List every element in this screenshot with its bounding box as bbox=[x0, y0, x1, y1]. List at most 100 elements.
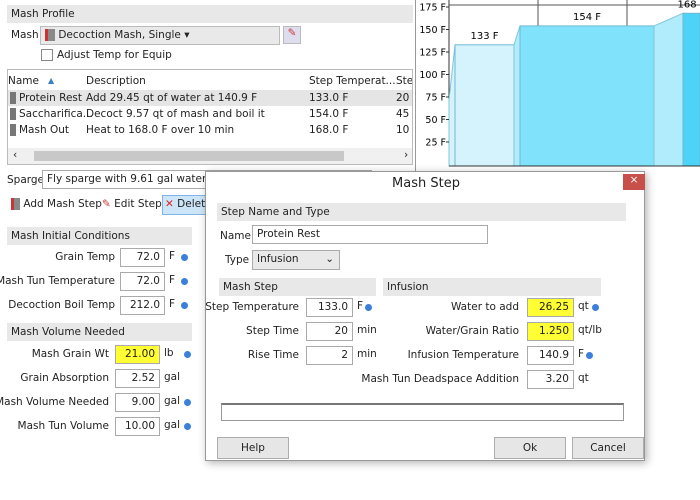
info-dot-icon[interactable] bbox=[365, 304, 372, 311]
cell-step-time: 45 m bbox=[396, 108, 412, 120]
field-input[interactable]: 3.20 bbox=[527, 370, 574, 389]
table-header: Name ▲ Description Step Temperat... Step bbox=[8, 73, 412, 89]
col-step-temp[interactable]: Step Temperat... bbox=[309, 73, 396, 89]
step-area bbox=[682, 12, 700, 167]
name-label: Name bbox=[220, 230, 251, 242]
type-select[interactable]: Infusion ⌄ bbox=[252, 250, 340, 270]
info-dot-icon[interactable] bbox=[184, 399, 191, 406]
field-input[interactable]: 2.52 bbox=[115, 369, 160, 388]
field-input[interactable]: 21.00 bbox=[115, 345, 160, 364]
mash-step-dialog: Mash Step × Step Name and Type Name Prot… bbox=[205, 171, 645, 461]
field-input[interactable]: 1.250 bbox=[527, 322, 574, 341]
field-unit: F bbox=[169, 250, 176, 262]
mash-select[interactable]: Decoction Mash, Single ▾ bbox=[40, 26, 280, 45]
mash-step-header: Mash Step bbox=[219, 278, 376, 296]
field-unit: F bbox=[578, 348, 585, 360]
field-unit: qt/lb bbox=[578, 324, 602, 336]
edit-step-button[interactable]: ✎ Edit Step bbox=[102, 198, 162, 210]
info-dot-icon[interactable] bbox=[586, 352, 593, 359]
cell-description: Add 29.45 qt of water at 140.9 F bbox=[86, 92, 258, 104]
y-tick-label: 175 F bbox=[419, 3, 446, 14]
field-unit: gal bbox=[164, 419, 181, 431]
table-row[interactable]: Mash Out Heat to 168.0 F over 10 min 168… bbox=[8, 122, 412, 138]
table-row[interactable]: Protein Rest Add 29.45 qt of water at 14… bbox=[8, 90, 412, 106]
table-row[interactable]: Saccharifica... Decoct 9.57 qt of mash a… bbox=[8, 106, 412, 122]
step-label: 133 F bbox=[470, 31, 498, 42]
step-area bbox=[454, 44, 515, 167]
field-unit: F bbox=[169, 274, 176, 286]
field-input[interactable]: 140.9 bbox=[527, 346, 574, 365]
col-name[interactable]: Name bbox=[8, 73, 39, 89]
sparge-label: Sparge bbox=[7, 174, 45, 186]
step-icon bbox=[10, 124, 16, 136]
scroll-right-icon[interactable]: › bbox=[404, 149, 408, 161]
cell-step-temp: 154.0 F bbox=[309, 108, 349, 120]
scrollbar-thumb[interactable] bbox=[34, 151, 344, 161]
col-description[interactable]: Description bbox=[86, 73, 146, 89]
cell-name: Saccharifica... bbox=[19, 108, 93, 120]
field-label: Mash Volume Needed bbox=[0, 396, 109, 408]
type-value: Infusion bbox=[257, 253, 299, 265]
volume-header: Mash Volume Needed bbox=[7, 323, 192, 341]
field-unit: qt bbox=[578, 372, 589, 384]
info-dot-icon[interactable] bbox=[184, 351, 191, 358]
y-tick-label: 50 F bbox=[425, 115, 446, 126]
notes-field[interactable] bbox=[221, 403, 624, 421]
edit-icon: ✎ bbox=[102, 198, 111, 210]
chevron-down-icon: ⌄ bbox=[325, 253, 334, 265]
add-mash-step-button[interactable]: Add Mash Step bbox=[11, 198, 102, 210]
y-tick-label: 75 F bbox=[425, 93, 446, 104]
y-tick-label: 25 F bbox=[425, 138, 446, 149]
col-step-time[interactable]: Step bbox=[396, 73, 412, 89]
field-input[interactable]: 10.00 bbox=[115, 417, 160, 436]
mash-profile-header: Mash Profile bbox=[7, 5, 413, 23]
field-input[interactable]: 9.00 bbox=[115, 393, 160, 412]
field-input[interactable]: 72.0 bbox=[120, 272, 165, 291]
field-input[interactable]: 2 bbox=[306, 346, 353, 365]
close-icon[interactable]: × bbox=[623, 174, 645, 190]
field-label: Water/Grain Ratio bbox=[425, 325, 519, 337]
cell-name: Mash Out bbox=[19, 124, 69, 136]
edit-label: Edit Step bbox=[114, 198, 162, 210]
field-label: Grain Absorption bbox=[20, 372, 109, 384]
field-label: Step Time bbox=[246, 325, 299, 337]
field-input[interactable]: 133.0 bbox=[306, 298, 353, 317]
field-unit: min bbox=[357, 348, 377, 360]
cell-step-temp: 133.0 F bbox=[309, 92, 349, 104]
mash-temperature-chart: 133 F 154 F 168 F 175 F 150 F 125 F 100 F 75 F 5… bbox=[415, 0, 700, 172]
field-label: Mash Grain Wt bbox=[31, 348, 109, 360]
info-dot-icon[interactable] bbox=[181, 302, 188, 309]
field-label: Decoction Boil Temp bbox=[8, 299, 115, 311]
cancel-button[interactable]: Cancel bbox=[572, 437, 644, 459]
mash-steps-table: Name ▲ Description Step Temperat... Ste p… bbox=[7, 69, 413, 165]
field-input[interactable]: 72.0 bbox=[120, 248, 165, 267]
infusion-header: Infusion bbox=[383, 278, 601, 296]
info-dot-icon[interactable] bbox=[181, 254, 188, 261]
info-dot-icon[interactable] bbox=[184, 423, 191, 430]
ok-button[interactable]: Ok bbox=[494, 437, 566, 459]
field-label: Rise Time bbox=[247, 349, 299, 361]
dropdown-icon: ▾ bbox=[184, 29, 190, 41]
step-area bbox=[519, 25, 655, 167]
scroll-left-icon[interactable]: ‹ bbox=[13, 149, 17, 161]
cell-description: Heat to 168.0 F over 10 min bbox=[86, 124, 235, 136]
cell-step-time: 20 m bbox=[396, 92, 412, 104]
field-input[interactable]: 26.25 bbox=[527, 298, 574, 317]
field-label: Mash Tun Temperature bbox=[0, 275, 115, 287]
cell-description: Decoct 9.57 qt of mash and boil it bbox=[86, 108, 265, 120]
info-dot-icon[interactable] bbox=[592, 304, 599, 311]
adjust-temp-checkbox[interactable] bbox=[41, 49, 53, 61]
name-field[interactable]: Protein Rest bbox=[252, 225, 488, 244]
field-unit: lb bbox=[164, 347, 174, 359]
edit-mash-icon[interactable]: ✎ bbox=[283, 26, 301, 44]
field-unit: gal bbox=[164, 395, 181, 407]
horizontal-scrollbar[interactable]: ‹ › bbox=[8, 148, 412, 164]
info-dot-icon[interactable] bbox=[181, 278, 188, 285]
field-input[interactable]: 20 bbox=[306, 322, 353, 341]
help-button[interactable]: Help bbox=[217, 437, 289, 459]
step-label: 168 F bbox=[677, 0, 700, 10]
field-unit: F bbox=[357, 300, 364, 312]
ramp-area bbox=[653, 12, 684, 167]
field-input[interactable]: 212.0 bbox=[120, 296, 165, 315]
mash-icon bbox=[45, 29, 55, 41]
